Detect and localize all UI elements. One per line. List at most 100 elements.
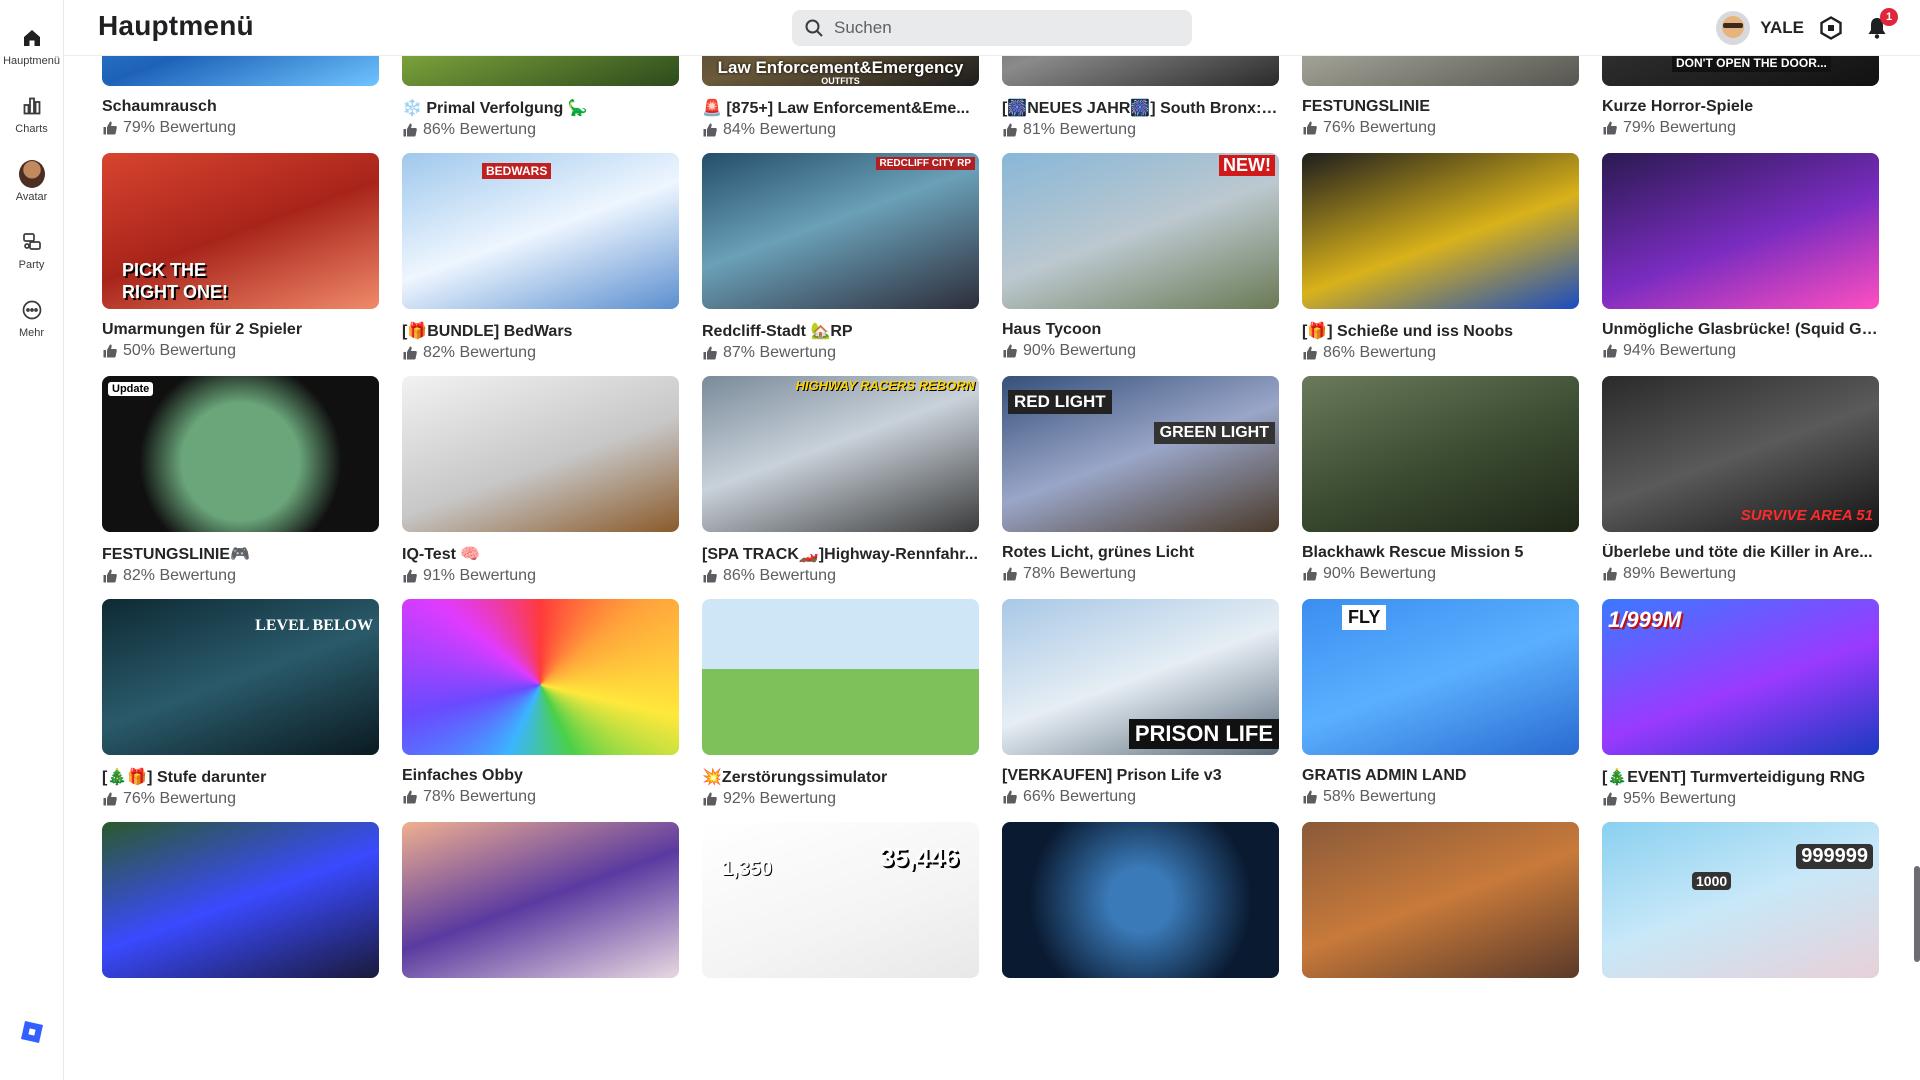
game-thumbnail[interactable] bbox=[402, 376, 679, 532]
game-thumbnail[interactable] bbox=[102, 822, 379, 978]
game-title[interactable]: Unmögliche Glasbrücke! (Squid Ga... bbox=[1602, 321, 1879, 339]
game-title[interactable]: FESTUNGSLINIE🎮 bbox=[102, 544, 379, 564]
game-card[interactable]: Schaumrausch 79% Bewertung bbox=[102, 56, 379, 153]
game-thumbnail[interactable] bbox=[702, 599, 979, 755]
game-title[interactable]: [SPA TRACK🏎️]Highway-Rennfahr... bbox=[702, 544, 979, 564]
game-thumbnail[interactable] bbox=[402, 56, 679, 86]
robux-icon[interactable] bbox=[1818, 15, 1844, 41]
game-title[interactable]: Haus Tycoon bbox=[1002, 321, 1279, 339]
game-thumbnail[interactable]: RED LIGHT GREEN LIGHT bbox=[1002, 376, 1279, 532]
scrollbar[interactable] bbox=[1914, 866, 1920, 962]
game-title[interactable]: Kurze Horror-Spiele bbox=[1602, 98, 1879, 116]
game-title[interactable]: FESTUNGSLINIE bbox=[1302, 98, 1579, 116]
game-card[interactable]: PRISON LIFE [VERKAUFEN] Prison Life v3 66%… bbox=[1002, 599, 1279, 822]
game-thumbnail[interactable]: SURVIVE AREA 51 bbox=[1602, 376, 1879, 532]
user-avatar[interactable] bbox=[1716, 11, 1751, 45]
game-card[interactable]: 35,446 1,350 bbox=[702, 822, 979, 1045]
game-title[interactable]: [🎁BUNDLE] BedWars bbox=[402, 321, 679, 341]
game-title[interactable]: Schaumrausch bbox=[102, 98, 379, 116]
game-thumbnail[interactable] bbox=[1002, 822, 1279, 978]
game-card[interactable]: 999999 1000 bbox=[1602, 822, 1879, 1045]
search-box[interactable] bbox=[792, 10, 1192, 46]
game-thumbnail[interactable]: LEVEL BELOW bbox=[102, 599, 379, 755]
game-title[interactable]: [🎄EVENT] Turmverteidigung RNG bbox=[1602, 767, 1879, 787]
game-card[interactable] bbox=[1302, 822, 1579, 1045]
nav-item-party[interactable]: Party bbox=[0, 216, 64, 284]
game-thumbnail[interactable]: 1/999M bbox=[1602, 599, 1879, 755]
game-title[interactable]: Überlebe und töte die Killer in Are... bbox=[1602, 544, 1879, 562]
game-thumbnail[interactable]: FLY bbox=[1302, 599, 1579, 755]
game-card[interactable]: HIGHWAY RACERS REBORN [SPA TRACK🏎️]Highwa… bbox=[702, 376, 979, 599]
game-card[interactable]: ❄️ Primal Verfolgung 🦕 86% Bewertung bbox=[402, 56, 679, 153]
game-thumbnail[interactable]: 999999 1000 bbox=[1602, 822, 1879, 978]
nav-item-charts[interactable]: Charts bbox=[0, 80, 64, 148]
game-card[interactable]: DON'T OPEN THE DOOR... Kurze Horror-Spiel… bbox=[1602, 56, 1879, 153]
game-thumbnail[interactable]: REDCLIFF CITY RP bbox=[702, 153, 979, 309]
nav-item-avatar[interactable]: Avatar bbox=[0, 148, 64, 216]
roblox-logo-icon[interactable] bbox=[20, 1020, 44, 1044]
username[interactable]: YALE bbox=[1760, 18, 1804, 38]
game-title[interactable]: 💥Zerstörungssimulator bbox=[702, 767, 979, 787]
game-thumbnail[interactable] bbox=[1302, 56, 1579, 86]
game-thumbnail[interactable] bbox=[1302, 153, 1579, 309]
game-card[interactable]: SOUTH BRONX [🎆NEUES JAHR🎆] South Bronx: .… bbox=[1002, 56, 1279, 153]
game-thumbnail[interactable]: PRISON LIFE bbox=[1002, 599, 1279, 755]
search-input[interactable] bbox=[824, 17, 1192, 39]
game-title[interactable]: [🎄🎁] Stufe darunter bbox=[102, 767, 379, 787]
thumbnail-text-secondary: 1,350 bbox=[722, 858, 773, 880]
game-card[interactable] bbox=[402, 822, 679, 1045]
game-card[interactable]: 💥Zerstörungssimulator 92% Bewertung bbox=[702, 599, 979, 822]
game-title[interactable]: [VERKAUFEN] Prison Life v3 bbox=[1002, 767, 1279, 785]
notifications-button[interactable]: 1 bbox=[1864, 8, 1898, 41]
game-thumbnail[interactable]: NEW! bbox=[1002, 153, 1279, 309]
game-card[interactable]: Blackhawk Rescue Mission 5 90% Bewertung bbox=[1302, 376, 1579, 599]
game-card[interactable]: [🎁] Schieße und iss Noobs 86% Bewertung bbox=[1302, 153, 1579, 376]
game-title[interactable]: [🎆NEUES JAHR🎆] South Bronx: ... bbox=[1002, 98, 1279, 118]
game-thumbnail[interactable]: HIGHWAY RACERS REBORN bbox=[702, 376, 979, 532]
rating-text: 81% Bewertung bbox=[1023, 121, 1136, 138]
game-thumbnail[interactable] bbox=[402, 599, 679, 755]
game-card[interactable]: PICK THE RIGHT ONE! Umarmungen für 2 Spie… bbox=[102, 153, 379, 376]
game-card[interactable] bbox=[1002, 822, 1279, 1045]
game-card[interactable]: LEVEL BELOW [🎄🎁] Stufe darunter 76% Bewert… bbox=[102, 599, 379, 822]
game-card[interactable]: Unmögliche Glasbrücke! (Squid Ga... 94% B… bbox=[1602, 153, 1879, 376]
game-thumbnail[interactable]: PICK THE RIGHT ONE! bbox=[102, 153, 379, 309]
game-card[interactable]: REDCLIFF CITY RP Redcliff-Stadt 🏡RP 87% Be… bbox=[702, 153, 979, 376]
game-rating: 92% Bewertung bbox=[702, 790, 979, 808]
game-card[interactable]: Einfaches Obby 78% Bewertung bbox=[402, 599, 679, 822]
game-card[interactable]: Law Enforcement&Emergency OUTFITS 🚨 [875+]… bbox=[702, 56, 979, 153]
nav-item-home[interactable]: Hauptmenü bbox=[0, 12, 64, 80]
game-title[interactable]: Redcliff-Stadt 🏡RP bbox=[702, 321, 979, 341]
game-title[interactable]: Einfaches Obby bbox=[402, 767, 679, 785]
game-thumbnail[interactable] bbox=[1602, 153, 1879, 309]
game-card[interactable]: IQ-Test 🧠 91% Bewertung bbox=[402, 376, 679, 599]
game-title[interactable]: ❄️ Primal Verfolgung 🦕 bbox=[402, 98, 679, 118]
game-card[interactable] bbox=[102, 822, 379, 1045]
nav-item-more[interactable]: Mehr bbox=[0, 284, 64, 352]
game-thumbnail[interactable] bbox=[1302, 376, 1579, 532]
game-card[interactable]: SURVIVE AREA 51 Überlebe und töte die Kil… bbox=[1602, 376, 1879, 599]
game-card[interactable]: RED LIGHT GREEN LIGHT Rotes Licht, grünes … bbox=[1002, 376, 1279, 599]
game-thumbnail[interactable] bbox=[1302, 822, 1579, 978]
game-title[interactable]: GRATIS ADMIN LAND bbox=[1302, 767, 1579, 785]
game-thumbnail[interactable]: 35,446 1,350 bbox=[702, 822, 979, 978]
game-thumbnail[interactable] bbox=[402, 822, 679, 978]
game-thumbnail[interactable]: SOUTH BRONX bbox=[1002, 56, 1279, 86]
game-thumbnail[interactable]: Update bbox=[102, 376, 379, 532]
game-title[interactable]: 🚨 [875+] Law Enforcement&Eme... bbox=[702, 98, 979, 118]
game-title[interactable]: [🎁] Schieße und iss Noobs bbox=[1302, 321, 1579, 341]
game-thumbnail[interactable] bbox=[102, 56, 379, 86]
game-thumbnail[interactable]: DON'T OPEN THE DOOR... bbox=[1602, 56, 1879, 86]
game-card[interactable]: 1/999M [🎄EVENT] Turmverteidigung RNG 95% B… bbox=[1602, 599, 1879, 822]
game-title[interactable]: Rotes Licht, grünes Licht bbox=[1002, 544, 1279, 562]
game-card[interactable]: Update FESTUNGSLINIE🎮 82% Bewertung bbox=[102, 376, 379, 599]
game-title[interactable]: Blackhawk Rescue Mission 5 bbox=[1302, 544, 1579, 562]
game-thumbnail[interactable]: Law Enforcement&Emergency OUTFITS bbox=[702, 56, 979, 86]
game-card[interactable]: BEDWARS [🎁BUNDLE] BedWars 82% Bewertung bbox=[402, 153, 679, 376]
game-title[interactable]: IQ-Test 🧠 bbox=[402, 544, 679, 564]
game-card[interactable]: FLY GRATIS ADMIN LAND 58% Bewertung bbox=[1302, 599, 1579, 822]
game-title[interactable]: Umarmungen für 2 Spieler bbox=[102, 321, 379, 339]
game-card[interactable]: NEW! Haus Tycoon 90% Bewertung bbox=[1002, 153, 1279, 376]
game-thumbnail[interactable]: BEDWARS bbox=[402, 153, 679, 309]
game-card[interactable]: FESTUNGSLINIE 76% Bewertung bbox=[1302, 56, 1579, 153]
